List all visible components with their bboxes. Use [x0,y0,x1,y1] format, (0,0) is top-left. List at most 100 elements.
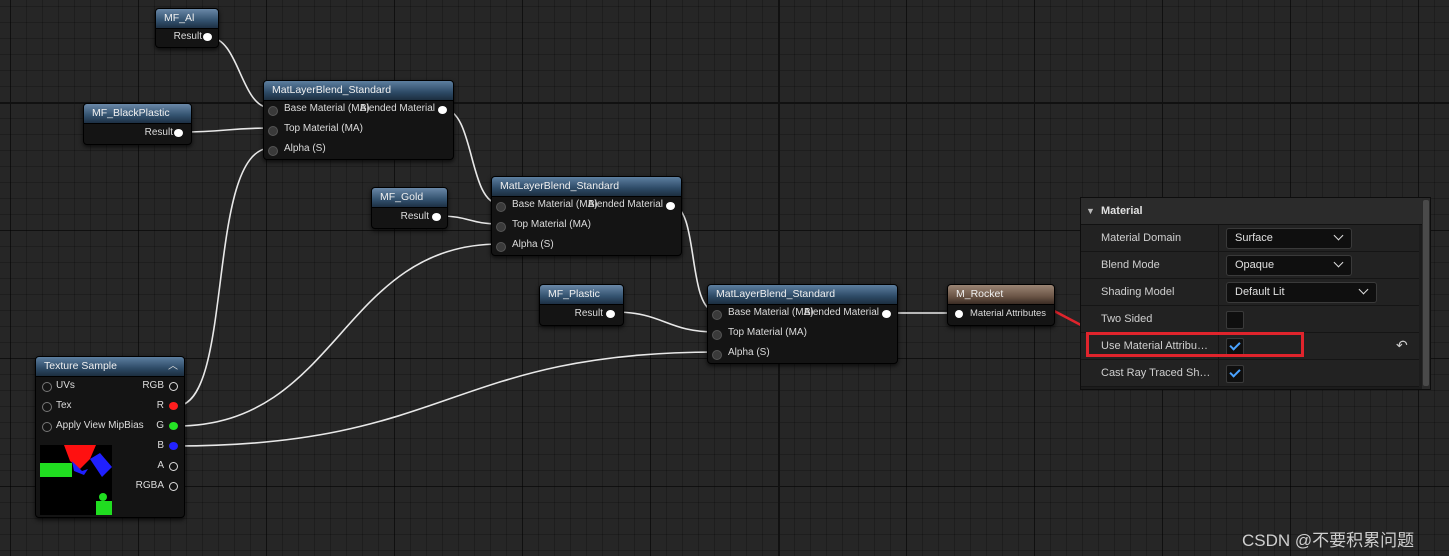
output-pin-g[interactable] [169,422,178,430]
node-title: MF_Al [156,9,218,29]
collapse-chevron-icon[interactable]: ︿ [168,357,178,376]
input-label-alpha: Alpha (S) [512,239,554,250]
input-label-base: Base Material (MA) [512,199,598,210]
chevron-down-icon [1358,284,1369,295]
output-label-b: B [157,440,164,451]
texture-preview-image [40,445,112,515]
column-divider [1218,252,1219,278]
property-label: Shading Model [1101,286,1175,298]
blend-mode-dropdown[interactable]: Opaque [1226,255,1352,276]
input-label-top: Top Material (MA) [728,327,807,338]
input-label-uvs: UVs [56,380,75,391]
output-pin-rgb[interactable] [169,382,178,391]
output-pin-r[interactable] [169,402,178,410]
node-matlayerblend-1[interactable]: MatLayerBlend_Standard Base Material (MA… [263,80,454,160]
wire-b-to-blend3-alpha [175,351,718,447]
property-row-cast-ray-traced-shadows: Cast Ray Traced Sh… [1081,360,1419,387]
input-pin-mipbias[interactable] [42,422,52,432]
output-label: Blended Material [587,199,663,210]
input-pin-top[interactable] [496,222,506,232]
output-pin[interactable] [174,129,183,137]
shading-model-dropdown[interactable]: Default Lit [1226,282,1377,303]
output-label: Result [400,211,429,222]
dropdown-value: Default Lit [1235,286,1285,298]
checkmark-icon [1229,366,1241,378]
chevron-down-icon [1333,257,1344,268]
input-pin-base[interactable] [712,310,722,320]
input-pin-material-attributes[interactable] [955,310,963,318]
output-pin[interactable] [203,33,212,41]
output-label: Blended Material [359,103,435,114]
wire-plastic-to-blend3-top [612,311,718,333]
node-title: MatLayerBlend_Standard [492,177,681,197]
input-pin-base[interactable] [268,106,278,116]
output-pin[interactable] [432,213,441,221]
output-pin[interactable] [438,106,447,114]
property-row-blend-mode: Blend Mode Opaque [1081,252,1419,279]
node-mf-plastic[interactable]: MF_Plastic Result [539,284,624,326]
property-row-shading-model: Shading Model Default Lit [1081,279,1419,306]
node-title: MF_BlackPlastic [84,104,191,124]
watermark-text: CSDN @不要积累问题 [1242,531,1415,550]
input-pin-base[interactable] [496,202,506,212]
input-label-tex: Tex [56,400,72,411]
input-pin-top[interactable] [712,330,722,340]
property-label: Material Domain [1101,232,1182,244]
property-label: Blend Mode [1101,259,1160,271]
input-pin-top[interactable] [268,126,278,136]
reset-to-default-icon[interactable]: ↶ [1396,337,1408,354]
node-title: MatLayerBlend_Standard [264,81,453,101]
collapse-triangle-icon[interactable]: ▼ [1086,198,1095,224]
annotation-highlight-box [1086,332,1304,357]
input-pin-alpha[interactable] [268,146,278,156]
property-row-material-domain: Material Domain Surface [1081,225,1419,252]
category-title: Material [1101,205,1143,217]
chevron-down-icon [1333,230,1344,241]
output-label-g: G [156,420,164,431]
node-matlayerblend-3[interactable]: MatLayerBlend_Standard Base Material (MA… [707,284,898,364]
two-sided-checkbox[interactable] [1226,311,1244,329]
dropdown-value: Opaque [1235,259,1275,271]
node-texture-sample[interactable]: Texture Sample ︿ UVs Tex Apply View MipB… [35,356,185,518]
input-pin-tex[interactable] [42,402,52,412]
input-pin-alpha[interactable] [712,350,722,360]
output-pin-a[interactable] [169,462,178,471]
output-pin[interactable] [882,310,891,318]
output-label-r: R [156,400,164,411]
output-pin[interactable] [606,310,615,318]
column-divider [1218,360,1219,386]
input-pin-alpha[interactable] [496,242,506,252]
node-title: MF_Plastic [540,285,623,305]
property-row-two-sided: Two Sided [1081,306,1419,333]
node-mf-gold[interactable]: MF_Gold Result [371,187,448,229]
node-mf-blackplastic[interactable]: MF_BlackPlastic Result [83,103,192,145]
column-divider [1218,279,1219,305]
node-title: MF_Gold [372,188,447,208]
category-header-material[interactable]: ▼ Material [1081,198,1430,225]
wire-r-to-blend1-alpha [175,147,272,407]
output-label-rgb: RGB [142,380,164,391]
input-label-top: Top Material (MA) [284,123,363,134]
node-matlayerblend-2[interactable]: MatLayerBlend_Standard Base Material (MA… [491,176,682,256]
input-pin-uvs[interactable] [42,382,52,392]
node-mf-al[interactable]: MF_Al Result [155,8,219,48]
output-label: Result [173,31,202,42]
material-domain-dropdown[interactable]: Surface [1226,228,1352,249]
output-pin[interactable] [666,202,675,210]
cast-ray-traced-shadows-checkbox[interactable] [1226,365,1244,383]
output-pin-rgba[interactable] [169,482,178,491]
wire-al-to-blend1-base [207,36,272,109]
input-label-mipbias: Apply View MipBias [56,420,144,431]
panel-scrollbar[interactable] [1422,198,1430,389]
property-label: Cast Ray Traced Sh… [1101,367,1211,379]
input-label-alpha: Alpha (S) [284,143,326,154]
input-label-top: Top Material (MA) [512,219,591,230]
node-title: Texture Sample ︿ [36,357,184,377]
input-label-base: Base Material (MA) [728,307,814,318]
output-pin-b[interactable] [169,442,178,450]
output-label-rgba: RGBA [135,480,164,491]
node-m-rocket[interactable]: M_Rocket Material Attributes [947,284,1055,326]
input-label-base: Base Material (MA) [284,103,370,114]
scrollbar-thumb[interactable] [1423,200,1429,386]
node-title-text: Texture Sample [44,360,117,372]
